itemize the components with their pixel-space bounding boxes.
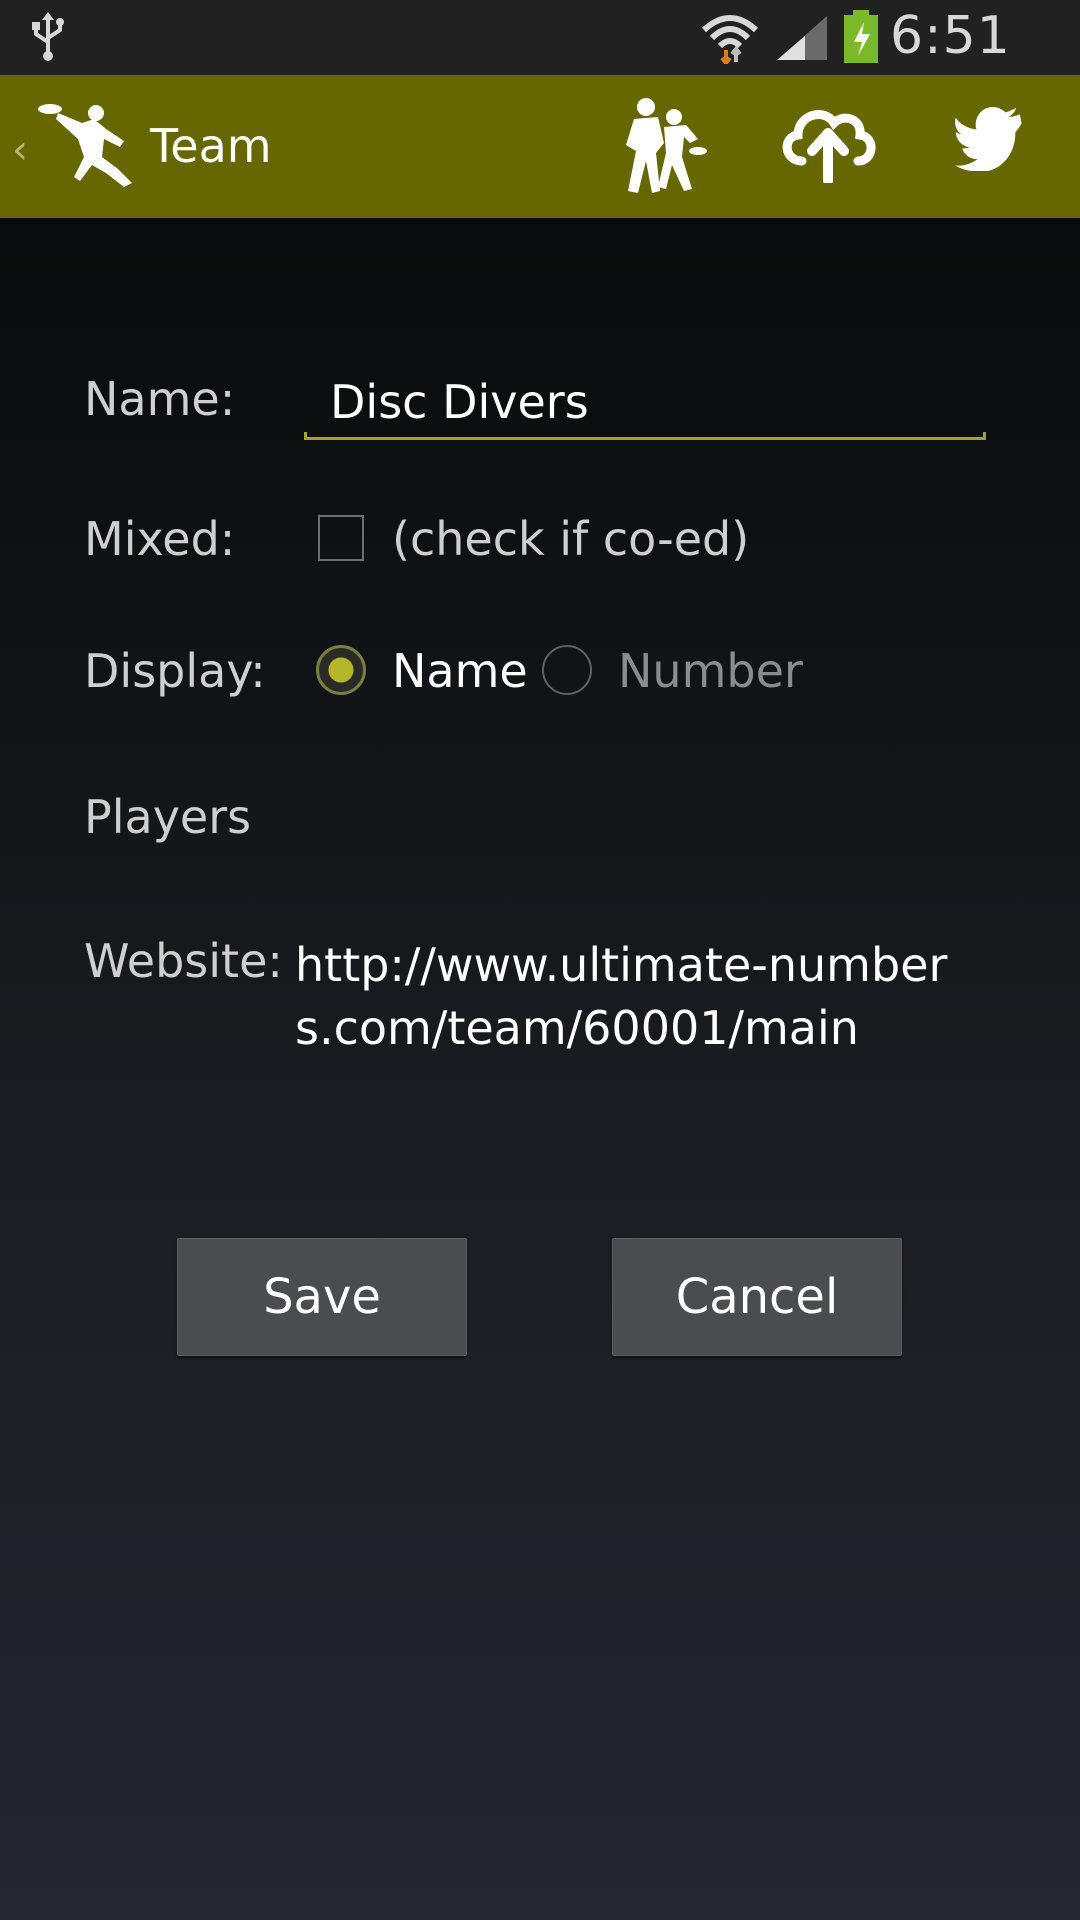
ultimate-player-logo-icon[interactable]	[36, 99, 140, 199]
display-name-radio[interactable]	[316, 645, 366, 695]
page-title: Team	[150, 119, 272, 173]
wifi-icon	[700, 10, 760, 68]
players-label[interactable]: Players	[84, 790, 251, 844]
players-icon[interactable]	[608, 95, 708, 203]
battery-charging-icon	[842, 10, 880, 68]
display-number-label[interactable]: Number	[618, 644, 803, 698]
name-label: Name:	[84, 372, 236, 426]
display-label: Display:	[84, 644, 266, 698]
cloud-upload-icon[interactable]	[778, 103, 878, 187]
mixed-checkbox[interactable]	[318, 515, 364, 561]
display-number-radio[interactable]	[542, 645, 592, 695]
team-edit-screen: 6:51 PM ‹ Team	[0, 0, 1080, 1920]
usb-icon	[30, 12, 66, 66]
name-input-underline	[304, 432, 986, 440]
website-label: Website:	[84, 934, 283, 988]
website-link[interactable]: http://www.ultimate-numbers.com/team/600…	[295, 934, 975, 1060]
mixed-label: Mixed:	[84, 512, 236, 566]
team-name-input[interactable]	[304, 362, 984, 442]
cancel-button[interactable]: Cancel	[612, 1238, 902, 1356]
mixed-hint: (check if co-ed)	[392, 512, 750, 566]
twitter-icon[interactable]	[955, 107, 1029, 175]
status-bar: 6:51 PM	[0, 0, 1080, 126]
action-bar: ‹ Team	[0, 75, 1080, 218]
signal-icon	[775, 14, 829, 66]
back-chevron-icon[interactable]: ‹	[12, 127, 28, 173]
display-name-label[interactable]: Name	[392, 644, 528, 698]
save-button[interactable]: Save	[177, 1238, 467, 1356]
